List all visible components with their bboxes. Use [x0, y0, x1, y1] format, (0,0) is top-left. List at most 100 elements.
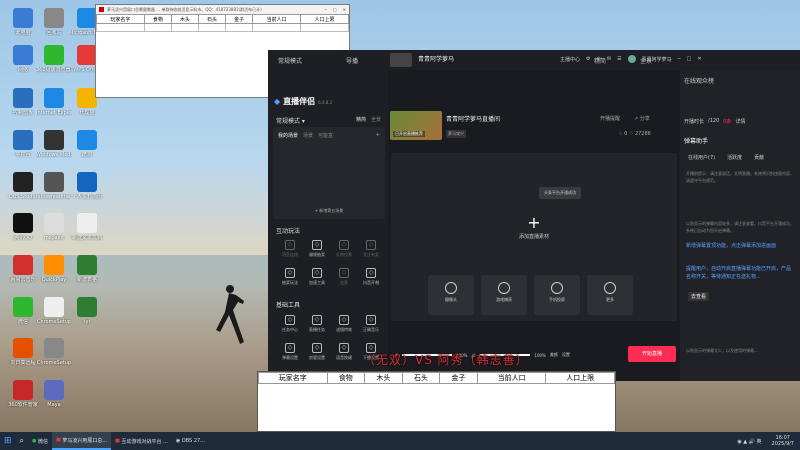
settings-button[interactable]: 设置 — [562, 352, 570, 358]
column-header: 金子 — [225, 14, 254, 24]
tab-activity[interactable]: 活跃度 — [727, 154, 742, 161]
interact-item[interactable]: ◇ 关注有奖 — [361, 240, 381, 258]
import-button[interactable]: 导播 — [346, 56, 358, 65]
desktop-icon[interactable]: iyi — [69, 297, 105, 325]
app-icon — [77, 88, 97, 108]
desktop-icon[interactable]: ChromeSetup — [36, 338, 72, 366]
desktop-icon[interactable]: 360极速浏览器X — [36, 45, 72, 73]
tool-icon: ◇ — [339, 315, 349, 325]
close-icon[interactable]: ✕ — [343, 7, 346, 12]
room-center-link[interactable]: 主播中心 — [560, 56, 580, 63]
tab-full[interactable]: 全景 — [371, 116, 381, 123]
desktop-icon[interactable]: 新建文本文档 — [69, 213, 105, 241]
minimize-icon[interactable]: ─ — [324, 7, 326, 12]
interact-item[interactable]: ◇ 礼物投票 — [334, 240, 354, 258]
tray-icons[interactable]: ◉ ▲ 🔊 英 — [733, 432, 765, 450]
gift-icon[interactable]: ◎ — [597, 56, 601, 62]
notice-2: 以防显示的弹幕内容较多，请注意查看。抖音平台开通成功，系统已自动为您开启弹幕。 — [686, 221, 794, 233]
taskbar-item-obs[interactable]: ◉ OBS 27... — [172, 432, 209, 450]
interact-item[interactable]: ◇ 福袋抽奖 — [307, 240, 327, 258]
interact-item[interactable]: ◇ 抽奖玩法 — [280, 268, 300, 286]
cover-image[interactable]: 已开启直播推荐 — [390, 111, 442, 140]
tab-online-users[interactable]: 在线用户(7) — [688, 154, 715, 161]
tools-item[interactable]: ◇ 滤镜特效 — [334, 315, 354, 333]
start-live-button[interactable]: 开始直播 — [628, 346, 676, 362]
more-sources-button[interactable]: 更多 — [587, 275, 633, 315]
category-tag[interactable]: 萝马攻兴 — [446, 130, 466, 138]
desktop-icon[interactable]: showreadme — [36, 172, 72, 200]
taskbar-item-wechat[interactable]: ● 微信 — [28, 432, 52, 450]
add-source-icon[interactable]: + — [391, 213, 677, 232]
tool-icon: ◇ — [339, 268, 349, 278]
desktop-icon[interactable]: 酷狗 — [69, 130, 105, 158]
app-icon — [77, 130, 97, 150]
app-icon — [44, 338, 64, 358]
taskbar-item-stats[interactable]: ■ 萝马凌兴用展口总... — [52, 432, 112, 450]
desktop-icon[interactable]: QuickPlay — [36, 255, 72, 283]
interact-item[interactable]: ◇ 抖音开唱 — [361, 268, 381, 286]
tab-contribution[interactable]: 贡献 — [754, 154, 764, 161]
interact-item[interactable]: ◇ 语音连线 — [280, 240, 300, 258]
live-companion-app[interactable]: ◆ 直播伴侣 6.4.8.2 常规模式 ▾ 精简 全景 我的场景 场景 可能盒 … — [268, 70, 800, 381]
desktop-icon[interactable]: 回收站 — [36, 8, 72, 36]
add-source-label[interactable]: 添加直播素材 — [391, 233, 677, 240]
taskbar: ⊞ ⌕ ● 微信 ■ 萝马凌兴用展口总... ■ 互动游戏对战平台 ... ◉ … — [0, 432, 800, 450]
notice-1: 开播前提示：请注意说话，文明直播。系统将识别违规内容，请遵守平台规范。 — [686, 171, 794, 183]
tab-box[interactable]: 可能盒 — [318, 132, 333, 139]
vs-overlay-text: （无双）VS 阿秀（韩志善） — [363, 353, 529, 367]
link-2[interactable]: 提醒用户，自动开启直播弹幕功能已开启，产品名称开关，等待通知正在送礼物... — [686, 265, 794, 281]
tools-item[interactable]: ◇ 房管设置 — [307, 343, 327, 361]
maximize-icon[interactable]: □ — [333, 7, 337, 12]
desktop-icon[interactable]: ChromeSetup — [36, 297, 72, 325]
menu-icon[interactable]: ☰ — [617, 56, 621, 62]
game-capture-button[interactable]: 游戏捕获 — [481, 275, 527, 315]
app-icon — [13, 8, 33, 28]
beauty-button[interactable]: 美颜 — [550, 352, 558, 358]
stream-remind-button[interactable]: 开播提醒 — [600, 115, 620, 122]
add-icon[interactable]: + — [376, 132, 380, 139]
interact-item[interactable]: ◇ 加速工具 — [307, 268, 327, 286]
column-header: 玩家名字 — [96, 14, 145, 24]
view-button[interactable]: 去查看 — [688, 292, 710, 301]
share-button[interactable]: ↗ 分享 — [634, 115, 650, 122]
close-icon[interactable]: ✕ — [697, 56, 701, 62]
user-avatar[interactable] — [627, 55, 636, 63]
mode-label[interactable]: 常规模式 — [278, 56, 302, 65]
desktop-icon[interactable]: 个人资料简历 — [69, 172, 105, 200]
interact-item[interactable]: ◇ 连麦 — [334, 268, 354, 286]
maximize-icon[interactable]: □ — [687, 56, 692, 62]
camera-source-button[interactable]: 摄像头 — [428, 275, 474, 315]
settings-icon[interactable]: ⚙ — [586, 56, 590, 62]
title-bar[interactable]: 萝马凌兴用展口总需量数器 ... 单群待收前活显示料市。QQ：418723881… — [96, 5, 349, 14]
clock[interactable]: 16:07 2025/9/7 — [766, 435, 800, 447]
search-icon[interactable]: ⌕ — [16, 432, 28, 450]
tab-my-scene[interactable]: 我的场景 — [278, 132, 298, 139]
tools-item[interactable]: ◇ 语音按键 — [334, 343, 354, 361]
tab-scene[interactable]: 场景 — [303, 132, 313, 139]
desktop-icon[interactable]: Internet Explorer — [36, 88, 72, 116]
taskbar-item-game[interactable]: ■ 互动游戏对战平台 ... — [111, 432, 172, 450]
add-scene-button[interactable]: + 新增第五场景 — [273, 208, 385, 214]
app-icon — [44, 8, 64, 28]
link-1[interactable]: 新增弹幕置顶功能，点击弹幕添加进画面 — [686, 242, 794, 250]
mode-select[interactable]: 常规模式 ▾ — [276, 116, 305, 125]
phone-cast-button[interactable]: 手机投屏 — [534, 275, 580, 315]
scene-panel: 我的场景 场景 可能盒 + + 新增第五场景 — [273, 127, 385, 219]
desktop-icon[interactable]: Windows Media Player — [36, 130, 72, 158]
start-button[interactable]: ⊞ — [0, 432, 16, 450]
tools-item[interactable]: ◇ 正确音乐 — [361, 315, 381, 333]
tab-simple[interactable]: 精简 — [356, 116, 366, 123]
tools-item[interactable]: ◇ 任务中心 — [280, 315, 300, 333]
desktop-icon[interactable]: mspaint — [36, 213, 72, 241]
chat-icon[interactable]: ✉ — [607, 56, 611, 62]
app-icon — [44, 255, 64, 275]
minimize-icon[interactable]: ─ — [678, 56, 681, 62]
desktop-icon[interactable]: 新建表格 — [69, 255, 105, 283]
app-icon — [13, 45, 33, 65]
app-icon — [44, 130, 64, 150]
tools-item[interactable]: ◇ 直播任务 — [307, 315, 327, 333]
preview-stage[interactable]: 头条平台开通成功 + 添加直播素材 摄像头 游戏捕获 手机投屏 更多 — [391, 153, 677, 321]
stats: ♢ 0 ♡ 27286 — [618, 131, 651, 137]
tools-item[interactable]: ◇ 弹幕设置 — [280, 343, 300, 361]
desktop-icon[interactable]: Maya — [36, 380, 72, 408]
